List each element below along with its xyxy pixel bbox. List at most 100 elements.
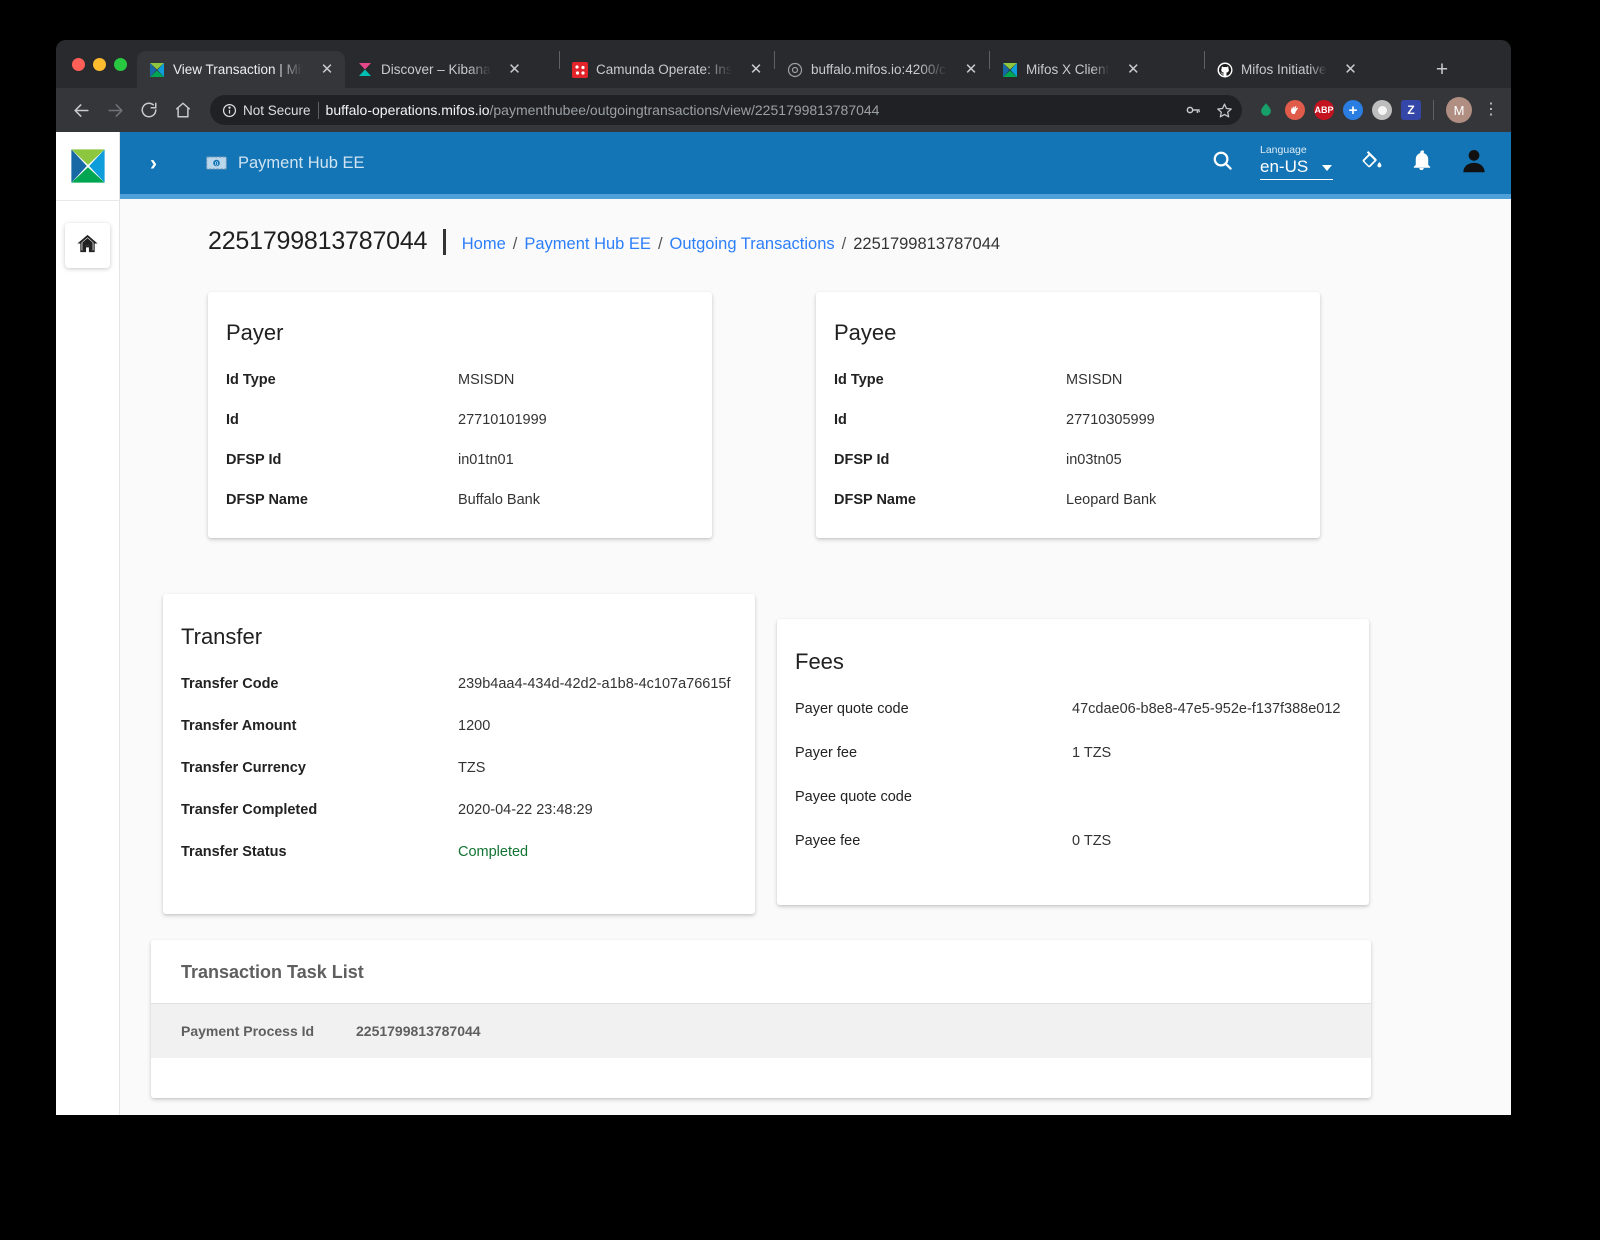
minimize-window-button[interactable] — [93, 57, 106, 71]
maximize-window-button[interactable] — [114, 57, 127, 71]
close-tab-button[interactable]: ✕ — [317, 60, 337, 80]
transfer-amount-value: 1200 — [458, 718, 491, 734]
page-viewport: › 0 Payment Hub EE Language en-US 225179… — [56, 132, 1511, 1115]
camunda-icon — [572, 61, 588, 78]
mifos-x-logo[interactable] — [56, 132, 119, 201]
browser-tab-title: Mifos Initiative — [1241, 62, 1327, 77]
bookmark-star-icon[interactable] — [1212, 98, 1236, 122]
browser-tab-camunda[interactable]: Camunda Operate: Instan ✕ — [560, 51, 774, 88]
security-status-label: Not Secure — [243, 102, 311, 118]
payee-dfsp-name-value: Leopard Bank — [1066, 492, 1157, 508]
payee-id-type-label: Id Type — [834, 372, 884, 388]
zotero-extension-icon[interactable]: Z — [1401, 100, 1421, 120]
payment-process-id-row: Payment Process Id 2251799813787044 — [151, 1003, 1371, 1058]
transfer-amount-label: Transfer Amount — [181, 718, 297, 734]
app-header-actions: Language en-US — [1211, 144, 1489, 183]
browser-window: View Transaction | Mifos X ✕ Discover – … — [56, 40, 1511, 1115]
home-outline-icon[interactable] — [168, 95, 198, 125]
browser-extensions: ABP + Z M ⋮ — [1254, 97, 1501, 123]
transfer-completed-value: 2020-04-22 23:48:29 — [458, 802, 593, 818]
banknote-icon: 0 — [206, 156, 227, 170]
browser-tab-view-transaction[interactable]: View Transaction | Mifos X ✕ — [137, 51, 345, 88]
adblock-plus-extension-icon[interactable]: ABP — [1314, 100, 1334, 120]
transaction-task-list-title: Transaction Task List — [181, 962, 364, 982]
language-underline — [1260, 179, 1333, 181]
payer-dfsp-name-row: DFSP Name Buffalo Bank — [226, 492, 692, 508]
close-tab-button[interactable]: ✕ — [1123, 60, 1143, 80]
security-status[interactable]: Not Secure — [222, 103, 311, 118]
breadcrumb-item-outgoing-transactions[interactable]: Outgoing Transactions — [670, 235, 835, 254]
blue-plus-label: + — [1348, 101, 1358, 119]
close-tab-button[interactable]: ✕ — [505, 60, 525, 80]
green-extension-icon[interactable] — [1256, 100, 1276, 120]
breadcrumb-divider — [443, 228, 446, 255]
browser-tab-title: Mifos X Client — [1026, 62, 1110, 77]
language-label: Language — [1260, 143, 1307, 156]
password-key-icon[interactable] — [1181, 98, 1205, 122]
home-button[interactable] — [65, 223, 110, 268]
app-brand-label: Payment Hub EE — [238, 153, 365, 172]
cards-grid: Payer Id Type MSISDN Id 27710101999 DFSP… — [120, 256, 1511, 1098]
payee-dfsp-id-label: DFSP Id — [834, 452, 890, 468]
transfer-status-row: Transfer Status Completed — [181, 844, 733, 860]
breadcrumb-item-payment-hub[interactable]: Payment Hub EE — [524, 235, 651, 254]
browser-tab-mifos-x-client[interactable]: Mifos X Client ✕ — [990, 51, 1204, 88]
payer-dfsp-id-row: DFSP Id in01tn01 — [226, 452, 692, 468]
close-tab-button[interactable]: ✕ — [1341, 60, 1361, 80]
search-icon[interactable] — [1211, 149, 1234, 177]
cards-row-one: Payer Id Type MSISDN Id 27710101999 DFSP… — [208, 292, 1423, 538]
page-title: 2251799813787044 — [208, 227, 428, 255]
payer-id-row: Id 27710101999 — [226, 412, 692, 428]
transfer-currency-row: Transfer Currency TZS — [181, 760, 733, 776]
window-traffic-lights — [68, 40, 137, 88]
grey-circle-extension-icon[interactable] — [1372, 100, 1392, 120]
payee-quote-code-label: Payee quote code — [795, 789, 912, 805]
transfer-code-value: 239b4aa4-434d-42d2-a1b8-4c107a76615f — [458, 676, 731, 692]
forward-arrow-icon[interactable] — [100, 95, 130, 125]
url-host: buffalo-operations.mifos.io — [325, 102, 490, 118]
home-icon — [76, 232, 99, 260]
payer-dfsp-id-value: in01tn01 — [458, 452, 514, 468]
browser-tab-strip: View Transaction | Mifos X ✕ Discover – … — [56, 40, 1511, 88]
back-arrow-icon[interactable] — [66, 95, 96, 125]
transfer-status-label: Transfer Status — [181, 844, 287, 860]
adblock-plus-label: ABP — [1314, 105, 1334, 115]
address-bar[interactable]: Not Secure buffalo-operations.mifos.io/p… — [210, 95, 1242, 125]
mifos-x-icon — [149, 62, 165, 78]
transfer-code-label: Transfer Code — [181, 676, 279, 692]
browser-tab-buffalo-mifos[interactable]: buffalo.mifos.io:4200/cus ✕ — [775, 51, 989, 88]
payee-id-type-row: Id Type MSISDN — [834, 372, 1300, 388]
transaction-task-list-card: Transaction Task List Payment Process Id… — [151, 940, 1371, 1098]
language-select[interactable]: Language en-US — [1260, 144, 1333, 183]
close-tab-button[interactable]: ✕ — [961, 60, 981, 80]
app-brand[interactable]: 0 Payment Hub EE — [206, 154, 365, 173]
payee-id-type-value: MSISDN — [1066, 372, 1123, 388]
chevron-down-icon[interactable] — [1322, 165, 1333, 172]
payer-id-type-row: Id Type MSISDN — [226, 372, 692, 388]
breadcrumb-separator: / — [657, 235, 663, 253]
payee-id-label: Id — [834, 412, 847, 428]
close-tab-button[interactable]: ✕ — [746, 60, 766, 80]
red-hand-extension-icon[interactable] — [1285, 100, 1305, 120]
user-avatar-icon[interactable] — [1459, 146, 1489, 181]
browser-tab-kibana[interactable]: Discover – Kibana ✕ — [345, 51, 559, 88]
transfer-amount-row: Transfer Amount 1200 — [181, 718, 733, 734]
url-text[interactable]: buffalo-operations.mifos.io/paymenthubee… — [326, 102, 1174, 118]
blue-plus-extension-icon[interactable]: + — [1343, 100, 1363, 120]
profile-avatar[interactable]: M — [1446, 97, 1472, 123]
close-window-button[interactable] — [72, 57, 85, 71]
paint-bucket-icon[interactable] — [1359, 148, 1384, 178]
reload-icon[interactable] — [134, 95, 164, 125]
new-tab-button[interactable]: + — [1427, 54, 1457, 84]
browser-tab-mifos-initiative[interactable]: Mifos Initiative ✕ — [1205, 51, 1419, 88]
browser-tab-title: View Transaction | Mifos X — [173, 62, 303, 77]
transfer-currency-label: Transfer Currency — [181, 760, 306, 776]
sidebar-toggle-chevron-icon[interactable]: › — [150, 153, 176, 174]
fees-card-title: Fees — [795, 649, 844, 674]
bell-icon[interactable] — [1410, 149, 1433, 177]
transfer-completed-label: Transfer Completed — [181, 802, 318, 818]
toolbar-divider — [1433, 100, 1434, 120]
breadcrumb-item-home[interactable]: Home — [462, 235, 506, 254]
url-path: /paymenthubee/outgoingtransactions/view/… — [489, 102, 880, 118]
browser-menu-button[interactable]: ⋮ — [1481, 102, 1501, 118]
